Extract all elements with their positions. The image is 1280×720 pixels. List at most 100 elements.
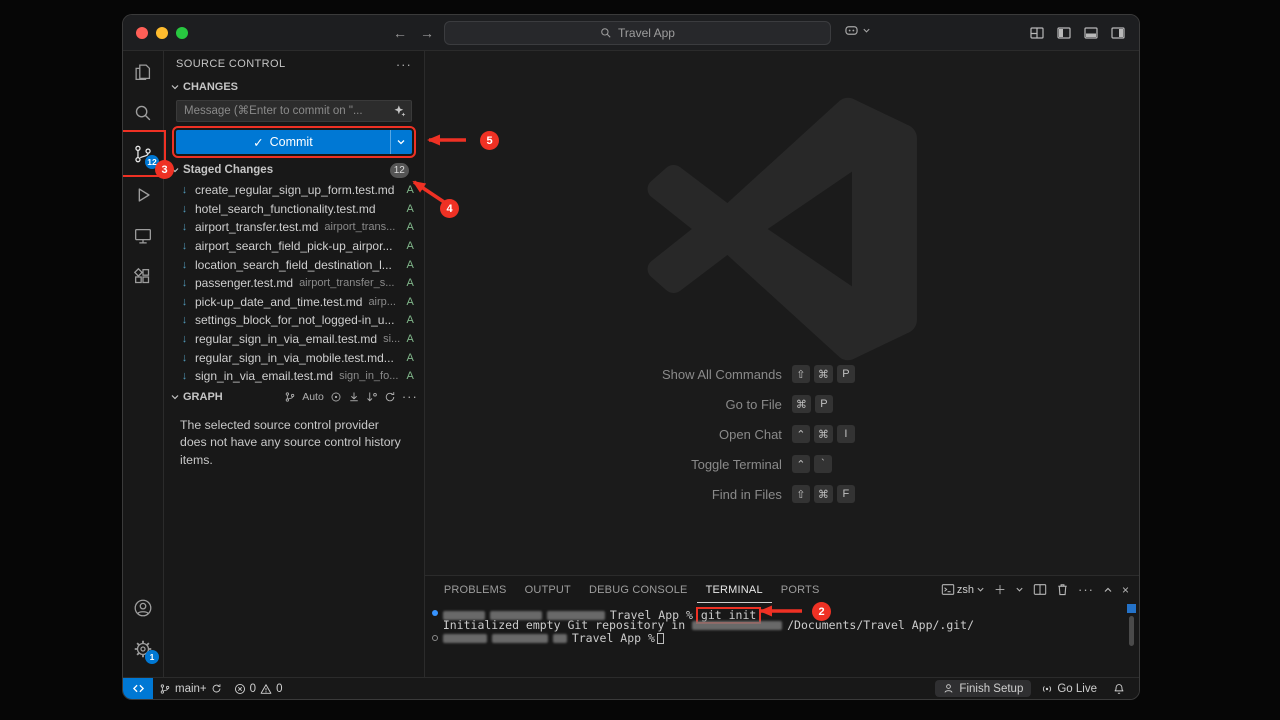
key-chip: ` (814, 455, 832, 473)
activity-extensions[interactable] (123, 256, 163, 297)
new-terminal-button[interactable]: ＋ (994, 581, 1006, 598)
customize-layout-icon[interactable] (1029, 25, 1045, 41)
file-name: hotel_search_functionality.test.md (195, 202, 376, 216)
file-row[interactable]: ↓airport_search_field_pick-up_airpor...A (164, 237, 424, 256)
key-chip: ⌘ (814, 485, 833, 503)
commit-button[interactable]: ✓ Commit (176, 130, 412, 154)
branch-status-item[interactable]: main+ (153, 678, 228, 699)
terminal-cursor (657, 633, 664, 644)
terminal-line: Travel App % (425, 632, 1139, 644)
redacted-text (692, 621, 782, 630)
panel-more-actions-icon[interactable]: ··· (1078, 582, 1094, 597)
scm-changes-badge: 12 (145, 155, 159, 169)
notifications-bell-icon[interactable] (1107, 678, 1131, 699)
graph-auto-label[interactable]: Auto (302, 391, 324, 403)
account-icon (132, 597, 154, 619)
changes-section-header[interactable]: CHANGES (164, 77, 424, 97)
finish-setup-button[interactable]: Finish Setup (935, 680, 1031, 697)
sparkle-icon[interactable] (393, 104, 406, 117)
commit-dropdown-button[interactable] (390, 130, 412, 154)
check-icon: ✓ (253, 135, 263, 150)
toggle-primary-sidebar-icon[interactable] (1056, 25, 1072, 41)
zoom-window-button[interactable] (176, 27, 188, 39)
pull-icon[interactable] (366, 391, 378, 403)
file-status: A (400, 221, 413, 233)
target-icon[interactable] (330, 391, 342, 403)
shell-selector[interactable]: zsh (941, 583, 985, 596)
terminal-icon (941, 583, 955, 596)
activity-remote-explorer[interactable] (123, 215, 163, 256)
shortcut-label: Find in Files (582, 487, 782, 502)
chevron-down-icon (862, 26, 871, 35)
markdown-file-icon: ↓ (178, 277, 191, 289)
tab-ports[interactable]: PORTS (772, 576, 829, 603)
file-name: location_search_field_destination_l... (195, 258, 392, 272)
key-chip: P (815, 395, 833, 413)
activity-search[interactable] (123, 92, 163, 133)
file-name: airport_transfer.test.md (195, 220, 318, 234)
navigate-forward-button[interactable]: → (420, 25, 434, 41)
activity-settings[interactable]: 1 (123, 628, 163, 669)
problems-status-item[interactable]: 0 0 (228, 678, 289, 699)
file-row[interactable]: ↓settings_block_for_not_logged-in_u...A (164, 311, 424, 330)
split-terminal-icon[interactable] (1033, 583, 1047, 596)
file-name: airport_search_field_pick-up_airpor... (195, 239, 392, 253)
tab-terminal[interactable]: TERMINAL (697, 576, 772, 603)
refresh-icon[interactable] (384, 391, 396, 403)
terminal-dropdown-icon[interactable] (1015, 585, 1024, 594)
more-actions-icon[interactable]: ··· (396, 57, 412, 72)
fetch-icon[interactable] (348, 391, 360, 403)
activity-source-control[interactable]: 12 (123, 133, 163, 174)
shortcut-row: Find in Files ⇧⌘F (582, 485, 982, 503)
go-live-button[interactable]: Go Live (1035, 678, 1103, 699)
file-row[interactable]: ↓airport_transfer.test.mdairport_trans..… (164, 218, 424, 237)
file-status: A (400, 203, 413, 215)
key-chip: ⌘ (792, 395, 811, 413)
staged-changes-header[interactable]: Staged Changes 12 (164, 159, 424, 181)
file-name: settings_block_for_not_logged-in_u... (195, 313, 394, 327)
bottom-panel: PROBLEMS OUTPUT DEBUG CONSOLE TERMINAL P… (425, 575, 1139, 677)
markdown-file-icon: ↓ (178, 296, 191, 308)
tab-problems[interactable]: PROBLEMS (435, 576, 516, 603)
status-bar: main+ 0 0 Finis (123, 677, 1139, 699)
file-row[interactable]: ↓create_regular_sign_up_form.test.mdA (164, 181, 424, 200)
file-row[interactable]: ↓hotel_search_functionality.test.mdA (164, 200, 424, 219)
commit-message-input[interactable] (176, 100, 412, 122)
file-row[interactable]: ↓sign_in_via_email.test.mdsign_in_fo...A (164, 367, 424, 386)
file-row[interactable]: ↓regular_sign_in_via_mobile.test.md...A (164, 348, 424, 367)
tab-debug-console[interactable]: DEBUG CONSOLE (580, 576, 697, 603)
command-center-search[interactable]: Travel App (444, 21, 831, 45)
close-panel-icon[interactable]: × (1122, 583, 1129, 597)
minimize-window-button[interactable] (156, 27, 168, 39)
toggle-secondary-sidebar-icon[interactable] (1110, 25, 1126, 41)
activity-explorer[interactable] (123, 51, 163, 92)
chevron-down-icon (170, 165, 180, 175)
branch-icon (159, 683, 171, 695)
activity-accounts[interactable] (123, 587, 163, 628)
close-window-button[interactable] (136, 27, 148, 39)
toggle-panel-icon[interactable] (1083, 25, 1099, 41)
copilot-menu-button[interactable] (844, 24, 871, 37)
warning-icon (260, 683, 272, 695)
terminal-content[interactable]: Travel App %git init Initialized empty G… (425, 603, 1139, 677)
terminal-scrollbar[interactable] (1129, 616, 1134, 646)
navigate-back-button[interactable]: ← (393, 25, 407, 41)
file-row[interactable]: ↓passenger.test.mdairport_transfer_s...A (164, 274, 424, 293)
maximize-panel-icon[interactable] (1103, 585, 1113, 595)
redacted-text (443, 634, 487, 643)
branch-picker-icon[interactable] (284, 391, 296, 403)
tab-output[interactable]: OUTPUT (516, 576, 580, 603)
person-icon (943, 683, 954, 694)
error-icon (234, 683, 246, 695)
file-row[interactable]: ↓pick-up_date_and_time.test.mdairp...A (164, 293, 424, 312)
graph-section-header[interactable]: GRAPH Auto (164, 386, 424, 408)
kill-terminal-icon[interactable] (1056, 583, 1069, 596)
scrollbar-marker (1127, 604, 1136, 613)
file-row[interactable]: ↓regular_sign_in_via_email.test.mdsi...A (164, 330, 424, 349)
graph-more-actions-icon[interactable]: ··· (402, 389, 418, 404)
markdown-file-icon: ↓ (178, 240, 191, 252)
file-row[interactable]: ↓location_search_field_destination_l...A (164, 255, 424, 274)
staged-files-list: ↓create_regular_sign_up_form.test.mdA ↓ h… (164, 181, 424, 386)
remote-indicator[interactable] (123, 678, 153, 699)
activity-run-debug[interactable] (123, 174, 163, 215)
